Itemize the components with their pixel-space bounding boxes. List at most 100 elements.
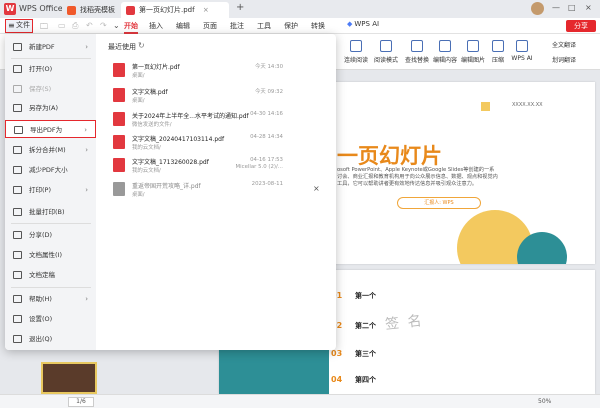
tab-insert[interactable]: 插入 [149,21,163,31]
menu-print[interactable]: 打印(P) › [5,181,96,199]
tab-protect[interactable]: 保护 [284,21,298,31]
recent-file-row[interactable]: 关于2024年上半年全...水平考试的通知.pdf 微信发送的文件/ 04-30… [108,110,328,132]
pdf-file-icon [113,63,125,77]
menu-split-merge[interactable]: 拆分合并(M) › [5,141,96,159]
menu-save-as[interactable]: 另存为(A) [5,99,96,117]
tab-tools[interactable]: 工具 [257,21,271,31]
pdf-file-icon [113,135,125,149]
refresh-icon[interactable]: ↻ [138,41,145,50]
edit-image-icon [467,40,479,52]
tab-comment[interactable]: 批注 [230,21,244,31]
menu-finalize[interactable]: 文档定稿 [5,266,96,284]
save-icon[interactable]: ▭ [58,21,66,30]
menu-help[interactable]: 帮助(H) › [5,290,96,308]
tab-page[interactable]: 页面 [203,21,217,31]
zoom-level[interactable]: 50% [538,398,551,405]
read-mode-button[interactable]: 阅读模式 [372,38,400,64]
full-translate-button[interactable]: 全文翻译 [552,40,576,49]
print-icon[interactable]: ⎙ [72,21,78,31]
file-menu-list: 新建PDF › 打开(O) 保存(S) 另存为(A) 导出PDF为 › 拆分合并(M… [5,34,96,350]
menu-exit[interactable]: 退出(Q) [5,330,96,348]
tab-label: 找稻壳模板 [80,6,115,14]
remove-recent-icon[interactable]: × [313,184,320,193]
pdf-file-icon [113,182,125,196]
chevron-right-icon: › [85,186,88,194]
menu-save: 保存(S) [5,80,96,98]
page-number-input[interactable]: 1/6 [68,397,94,407]
share-button[interactable]: 分享 [566,20,596,32]
app-name: WPS Office [19,4,63,13]
menu-new-pdf[interactable]: 新建PDF › [5,38,96,56]
file-backstage-panel: 新建PDF › 打开(O) 保存(S) 另存为(A) 导出PDF为 › 拆分合并(M… [5,34,336,350]
continuous-read-button[interactable]: 连续阅读 [342,38,370,64]
close-window-button[interactable]: × [585,3,592,12]
recent-file-row[interactable]: 重返帝国开荒攻略_详.pdf 桌面/ 2023-08-11 [108,180,328,202]
menu-settings[interactable]: 设置(O) [5,310,96,328]
tab-current-pdf[interactable]: 第一页幻灯片.pdf × [121,2,229,18]
share-icon [13,231,22,239]
outline-number: 04 [331,375,343,384]
undo-icon[interactable]: ↶ [86,21,93,30]
edit-content-icon [439,40,451,52]
recent-file-row[interactable]: 文字文稿_20240417103114.pdf 我的云文档/ 04-28 14:… [108,133,328,155]
recent-file-row[interactable]: 文字文稿_1713260028.pdf 我的云文档/ 04-16 17:53 M… [108,156,328,178]
date-tag: XXXX.XX.XX [512,102,543,108]
chevron-right-icon: › [85,43,88,51]
wps-ai-icon [516,40,528,52]
tab-convert[interactable]: 转换 [311,21,325,31]
read-mode-icon [380,40,392,52]
minimize-button[interactable]: — [552,3,560,12]
folder-icon[interactable]: 🗀 [40,21,48,35]
finalize-icon [13,271,22,279]
page-thumbnail[interactable] [41,362,97,394]
outline-item: 第一个 [355,292,376,300]
tab-template[interactable]: 找稻壳模板 [62,2,116,18]
template-tab-icon [67,6,76,15]
tab-edit[interactable]: 编辑 [176,21,190,31]
export-icon [14,126,23,134]
divider [11,58,91,59]
avatar[interactable] [531,2,544,15]
signature-text: 签 名 [384,313,425,333]
redo-icon[interactable]: ↷ [100,21,107,30]
pdf-file-icon [113,158,125,172]
continuous-read-icon [350,40,362,52]
close-tab-icon[interactable]: × [203,6,209,14]
chevron-right-icon: › [85,146,88,154]
slide-subtitle-line: osoft PowerPoint、Apple Keynote或Google Sl… [337,167,495,173]
find-replace-button[interactable]: 查找替换 [403,38,431,64]
menu-reduce-size[interactable]: 减少PDF大小 [5,161,96,179]
menu-batch-print[interactable]: 批量打印(B) [5,203,96,221]
divider [11,287,91,288]
tab-start[interactable]: 开始 [124,21,138,34]
new-file-icon [13,43,22,51]
file-menu-button[interactable]: 文件 [5,19,33,33]
edit-content-button[interactable]: 编辑内容 [431,38,459,64]
recent-file-row[interactable]: 文字文稿.pdf 桌面/ 今天 09:32 [108,86,328,108]
pdf-tab-icon [126,6,135,15]
batch-print-icon [13,208,22,216]
slide-subtitle-line: 工具，它可以帮助讲者更有效地传达信息并吸引观众注意力。 [337,181,478,187]
chevron-down-icon[interactable]: ⌄ [113,21,120,30]
properties-icon [13,251,22,259]
menu-doc-properties[interactable]: 文档属性(I) [5,246,96,264]
menu-open[interactable]: 打开(O) [5,60,96,78]
wps-ai-button[interactable]: WPS AI [508,38,536,62]
recent-file-row[interactable]: 第一页幻灯片.pdf 桌面/ 今天 14:30 [108,61,328,83]
outline-item: 第三个 [355,350,376,358]
outline-item: 第二个 [355,322,376,330]
maximize-button[interactable]: □ [568,3,576,12]
new-tab-button[interactable]: + [236,2,244,13]
menu-export-pdf[interactable]: 导出PDF为 › [5,120,96,138]
open-folder-icon [13,65,22,73]
word-translate-button[interactable]: 划词翻译 [552,55,576,64]
menu-share[interactable]: 分享(D) [5,226,96,244]
save-as-icon [13,104,22,112]
reporter-tag: 汇报人: WPS [397,197,481,209]
help-icon [13,295,22,303]
compress-icon [13,166,22,174]
edit-image-button[interactable]: 编辑图片 [459,38,487,64]
find-replace-icon [411,40,423,52]
outline-item: 第四个 [355,376,376,384]
wps-ai-tab[interactable]: WPS AI [347,20,379,28]
